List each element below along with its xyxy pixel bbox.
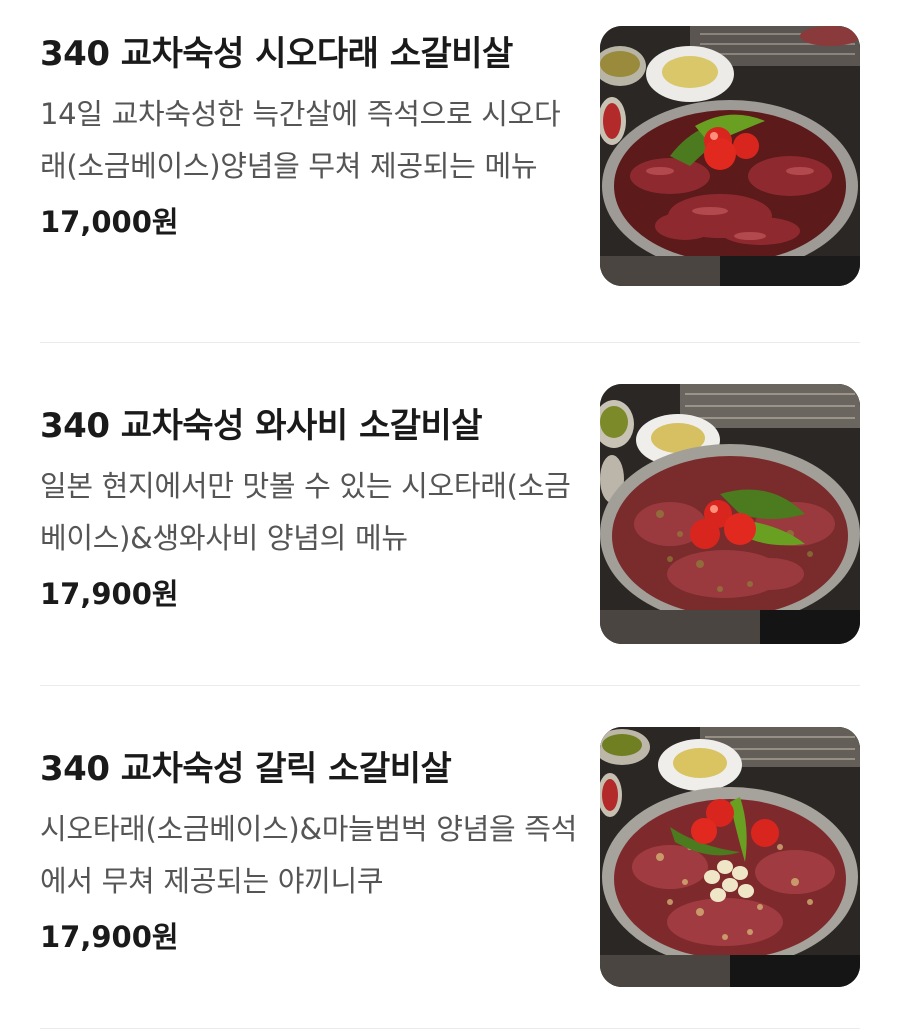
menu-item-wasabi[interactable]: 340 교차숙성 와사비 소갈비살 일본 현지에서만 맛볼 수 있는 시오타래(… (40, 384, 860, 660)
meat-platter-photo-icon (600, 727, 860, 987)
menu-item-image[interactable] (600, 26, 860, 286)
meat-platter-photo-icon (600, 26, 860, 286)
menu-item-name: 340 교차숙성 갈릭 소갈비살 (40, 749, 452, 789)
menu-item-shio-dare[interactable]: 340 교차숙성 시오다래 소갈비살 14일 교차숙성한 늑간살에 즉석으로 시… (40, 26, 860, 288)
menu-item-name: 340 교차숙성 와사비 소갈비살 (40, 406, 483, 446)
menu-item-price: 17,900원 (40, 577, 179, 611)
menu-divider (40, 685, 860, 686)
menu-item-text: 340 교차숙성 갈릭 소갈비살 시오타래(소금베이스)&마늘범벅 양념을 즉석… (40, 741, 580, 959)
menu-item-text: 340 교차숙성 시오다래 소갈비살 14일 교차숙성한 늑간살에 즉석으로 시… (40, 26, 580, 244)
menu-item-description: 일본 현지에서만 맛볼 수 있는 시오타래(소금베이스)&생와사비 양념의 메뉴 (40, 469, 571, 555)
menu-item-image[interactable] (600, 384, 860, 644)
menu-item-image[interactable] (600, 727, 860, 987)
menu-item-description: 14일 교차숙성한 늑간살에 즉석으로 시오다래(소금베이스)양념을 무쳐 제공… (40, 97, 561, 183)
menu-list: 340 교차숙성 시오다래 소갈비살 14일 교차숙성한 늑간살에 즉석으로 시… (0, 0, 900, 1032)
menu-item-price: 17,900원 (40, 920, 179, 954)
meat-platter-photo-icon (600, 384, 860, 644)
menu-item-price: 17,000원 (40, 205, 179, 239)
menu-item-text: 340 교차숙성 와사비 소갈비살 일본 현지에서만 맛볼 수 있는 시오타래(… (40, 398, 580, 616)
menu-item-garlic[interactable]: 340 교차숙성 갈릭 소갈비살 시오타래(소금베이스)&마늘범벅 양념을 즉석… (40, 727, 860, 1003)
menu-divider (40, 342, 860, 343)
menu-item-description: 시오타래(소금베이스)&마늘범벅 양념을 즉석에서 무쳐 제공되는 야끼니쿠 (40, 812, 578, 898)
menu-item-name: 340 교차숙성 시오다래 소갈비살 (40, 34, 513, 74)
menu-divider (40, 1028, 860, 1029)
